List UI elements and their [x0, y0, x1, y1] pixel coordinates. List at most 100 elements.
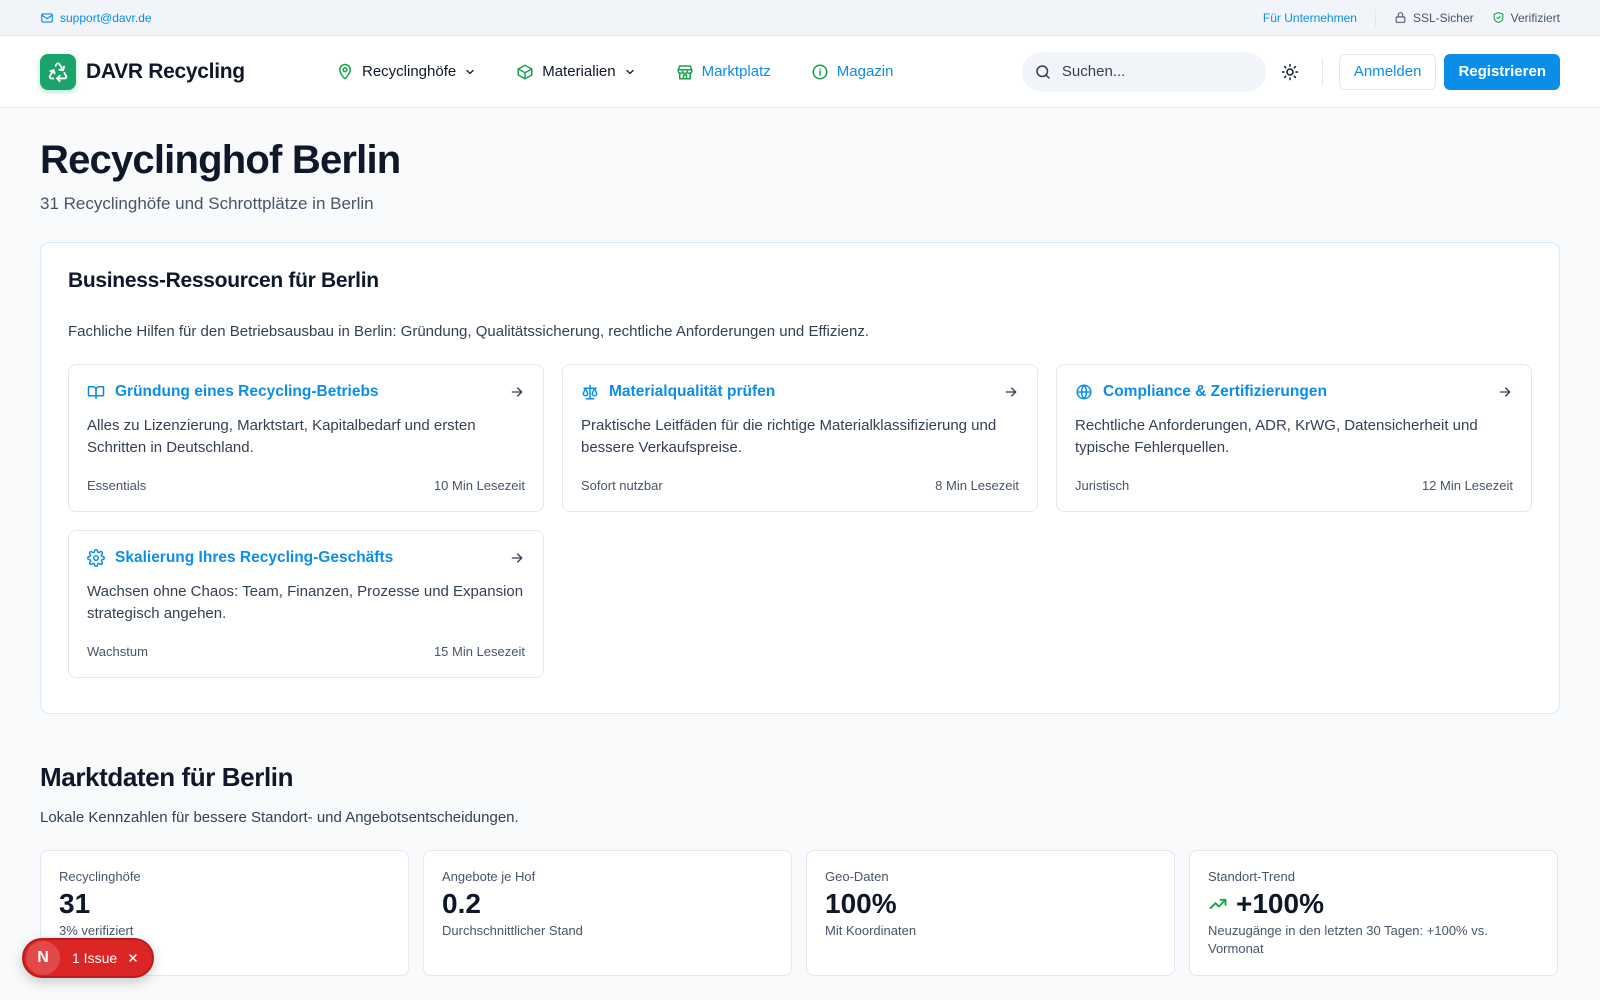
main-content: Recyclinghof Berlin 31 Recyclinghöfe und…: [0, 136, 1600, 976]
issue-count: 1 Issue: [72, 950, 118, 966]
resource-grid: Gründung eines Recycling-Betriebs Alles …: [68, 364, 1532, 678]
nextjs-logo-icon: N: [26, 941, 60, 975]
resource-card-text: Alles zu Lizenzierung, Marktstart, Kapit…: [87, 417, 476, 456]
arrow-right-icon: [509, 550, 525, 566]
page-subtitle: 31 Recyclinghöfe und Schrottplätze in Be…: [40, 194, 374, 213]
resource-card[interactable]: Compliance & Zertifizierungen Rechtliche…: [1056, 364, 1532, 512]
map-pin-icon: [336, 63, 354, 81]
stat-value-text: +100%: [1236, 888, 1324, 919]
mail-icon: [40, 11, 54, 25]
resource-card-text: Rechtliche Anforderungen, ADR, KrWG, Dat…: [1075, 417, 1478, 456]
stat-value: 0.2: [442, 888, 773, 920]
nav-label: Magazin: [836, 63, 894, 80]
info-icon: [811, 63, 829, 81]
store-icon: [676, 63, 694, 81]
resource-card-reading-time: 10 Min Lesezeit: [433, 478, 525, 493]
main-nav: Recyclinghöfe Materialien Marktplatz Mag…: [336, 63, 893, 81]
divider: [1321, 57, 1323, 86]
resource-card-title: Compliance & Zertifizierungen: [1103, 383, 1327, 400]
theme-toggle-button[interactable]: [1274, 56, 1306, 88]
chevron-down-icon: [464, 66, 476, 78]
resource-card-tag: Wachstum: [87, 644, 148, 659]
search-icon: [1034, 63, 1052, 81]
arrow-right-icon: [1003, 384, 1019, 400]
stat-label: Recyclinghöfe: [59, 869, 141, 884]
resource-card-tag: Essentials: [87, 478, 147, 493]
search-input[interactable]: [1061, 63, 1242, 80]
search-box[interactable]: [1021, 51, 1266, 92]
section-title: Business-Ressourcen für Berlin: [68, 269, 379, 292]
resource-card-reading-time: 12 Min Lesezeit: [1421, 478, 1513, 493]
scale-icon: [581, 383, 599, 401]
stat-sub: Durchschnittlicher Stand: [442, 923, 583, 938]
gear-icon: [87, 549, 105, 567]
business-resources-section: Business-Ressourcen für Berlin Fachliche…: [40, 242, 1560, 714]
stat-value: +100%: [1208, 888, 1539, 920]
arrow-right-icon: [509, 384, 525, 400]
chevron-down-icon: [624, 66, 636, 78]
stat-value-text: 31: [59, 888, 91, 919]
stat-card: Standort-Trend +100% Neuzugänge in den l…: [1189, 850, 1558, 976]
nav-materialien[interactable]: Materialien: [516, 63, 635, 81]
close-icon[interactable]: [127, 952, 139, 964]
market-section-title: Marktdaten für Berlin: [40, 762, 294, 792]
ssl-label: SSL-Sicher: [1412, 10, 1474, 25]
resource-card-reading-time: 15 Min Lesezeit: [433, 644, 525, 659]
resource-card-title: Skalierung Ihres Recycling-Geschäfts: [115, 549, 394, 566]
arrow-right-icon: [1497, 384, 1513, 400]
resource-card-tag: Sofort nutzbar: [581, 478, 663, 493]
package-icon: [516, 63, 534, 81]
nav-recyclinghoefe[interactable]: Recyclinghöfe: [336, 63, 476, 81]
resource-card[interactable]: Gründung eines Recycling-Betriebs Alles …: [68, 364, 544, 512]
globe-icon: [1075, 383, 1093, 401]
nav-marktplatz[interactable]: Marktplatz: [676, 63, 771, 81]
market-section-description: Lokale Kennzahlen für bessere Standort- …: [40, 809, 519, 826]
resource-card-title: Materialqualität prüfen: [609, 383, 776, 400]
stat-card: Geo-Daten 100% Mit Koordinaten: [806, 850, 1175, 976]
support-email: support@davr.de: [60, 10, 152, 25]
shield-check-icon: [1492, 11, 1505, 24]
stat-value-text: 0.2: [442, 888, 481, 919]
stat-card: Angebote je Hof 0.2 Durchschnittlicher S…: [423, 850, 792, 976]
page-title: Recyclinghof Berlin: [40, 138, 401, 182]
lock-icon: [1394, 11, 1407, 24]
sun-icon: [1281, 63, 1299, 81]
stat-sub: Mit Koordinaten: [825, 923, 917, 938]
stat-sub: Neuzugänge in den letzten 30 Tagen: +100…: [1208, 923, 1488, 956]
verified-label: Verifiziert: [1510, 10, 1560, 25]
brand-logo[interactable]: DAVR Recycling: [40, 53, 336, 90]
register-button[interactable]: Registrieren: [1444, 53, 1560, 90]
nav-label: Materialien: [542, 63, 616, 80]
main-header: DAVR Recycling Recyclinghöfe Materialien: [0, 36, 1600, 108]
trending-up-icon: [1208, 894, 1228, 914]
nav-magazin[interactable]: Magazin: [811, 63, 894, 81]
support-email-link[interactable]: support@davr.de: [40, 11, 152, 25]
business-link[interactable]: Für Unternehmen: [1263, 11, 1357, 25]
stat-label: Geo-Daten: [825, 869, 889, 884]
nav-label: Marktplatz: [701, 63, 771, 80]
resource-card-text: Wachsen ohne Chaos: Team, Finanzen, Proz…: [87, 583, 524, 622]
resource-card-reading-time: 8 Min Lesezeit: [935, 478, 1019, 493]
stat-label: Standort-Trend: [1208, 869, 1295, 884]
top-bar: support@davr.de Für Unternehmen SSL-Sich…: [0, 0, 1600, 36]
verified-badge: Verifiziert: [1492, 11, 1560, 25]
book-open-icon: [87, 383, 105, 401]
resource-card-title: Gründung eines Recycling-Betriebs: [115, 383, 379, 400]
resource-card-tag: Juristisch: [1075, 478, 1130, 493]
stat-value-text: 100%: [825, 888, 897, 919]
brand-name: DAVR Recycling: [86, 59, 245, 83]
issue-badge[interactable]: N 1 Issue: [22, 938, 154, 978]
resource-card[interactable]: Skalierung Ihres Recycling-Geschäfts Wac…: [68, 530, 544, 678]
resource-card-text: Praktische Leitfäden für die richtige Ma…: [581, 417, 997, 456]
stat-label: Angebote je Hof: [442, 869, 536, 884]
recycle-icon: [40, 53, 76, 90]
ssl-badge: SSL-Sicher: [1394, 11, 1474, 25]
section-description: Fachliche Hilfen für den Betriebsausbau …: [68, 323, 870, 340]
market-stats: Recyclinghöfe 31 3% verifiziert Angebote…: [40, 850, 1560, 976]
divider: [1374, 8, 1376, 27]
resource-card[interactable]: Materialqualität prüfen Praktische Leitf…: [562, 364, 1038, 512]
stat-value: 31: [59, 888, 390, 920]
stat-value: 100%: [825, 888, 1156, 920]
nav-label: Recyclinghöfe: [362, 63, 457, 80]
login-button[interactable]: Anmelden: [1338, 53, 1437, 90]
